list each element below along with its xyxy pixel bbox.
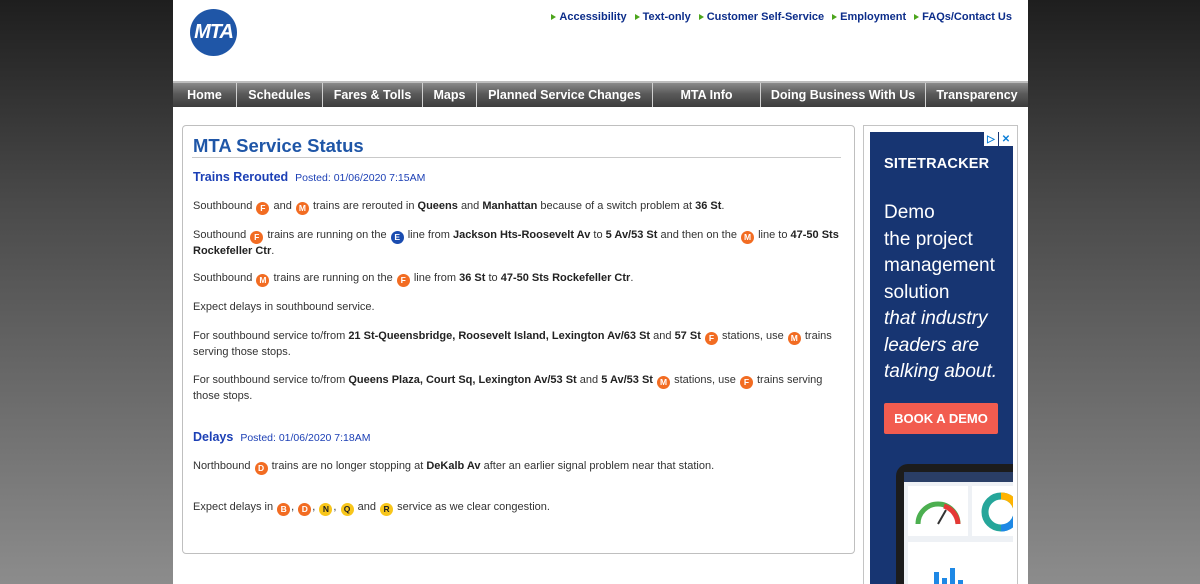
route-e-icon: E bbox=[390, 231, 404, 244]
nav-schedules[interactable]: Schedules bbox=[237, 83, 323, 107]
nav-maps[interactable]: Maps bbox=[423, 83, 477, 107]
status-paragraph: Expect delays in B, D, N, Q and R servic… bbox=[193, 501, 550, 516]
nav-mta-info[interactable]: MTA Info bbox=[653, 83, 761, 107]
title-divider bbox=[192, 157, 841, 158]
arrow-icon bbox=[698, 14, 704, 20]
status-paragraph: For southbound service to/from 21 St-Que… bbox=[193, 330, 832, 358]
route-d-icon: D bbox=[254, 462, 268, 475]
route-r-icon: R bbox=[380, 503, 394, 516]
nav-transparency[interactable]: Transparency bbox=[926, 83, 1028, 107]
link-employment[interactable]: Employment bbox=[832, 11, 906, 23]
route-f-icon: F bbox=[256, 202, 270, 215]
nav-planned-service-changes[interactable]: Planned Service Changes bbox=[477, 83, 653, 107]
adchoices-icon[interactable]: ▷ bbox=[984, 132, 998, 146]
tablet-image bbox=[896, 464, 1013, 584]
close-icon[interactable]: ✕ bbox=[999, 132, 1013, 146]
section-delays: Delays Posted: 01/06/2020 7:18AM bbox=[193, 430, 371, 444]
status-paragraph: Northbound D trains are no longer stoppi… bbox=[193, 460, 715, 475]
link-faqs-contact[interactable]: FAQs/Contact Us bbox=[914, 11, 1012, 23]
status-paragraph: Southbound F and M trains are rerouted i… bbox=[193, 200, 725, 215]
utility-links: Accessibility Text-only Customer Self-Se… bbox=[551, 11, 1012, 23]
route-d-icon: D bbox=[298, 503, 312, 516]
section-title: Delays bbox=[193, 430, 234, 444]
status-paragraph: Southound F trains are running on the E … bbox=[193, 229, 839, 257]
route-f-icon: F bbox=[396, 274, 410, 287]
sitetracker-ad[interactable]: ▷ ✕ SITETRACKER Demo the project managem… bbox=[870, 132, 1013, 584]
route-m-icon: M bbox=[295, 202, 309, 215]
route-m-icon: M bbox=[256, 274, 270, 287]
route-q-icon: Q bbox=[340, 503, 354, 516]
posted-time: Posted: 01/06/2020 7:15AM bbox=[295, 172, 426, 184]
book-demo-button[interactable]: BOOK A DEMO bbox=[884, 403, 998, 434]
route-m-icon: M bbox=[657, 376, 671, 389]
nav-doing-business[interactable]: Doing Business With Us bbox=[761, 83, 926, 107]
ad-headline: Demo the project management solution tha… bbox=[884, 202, 998, 382]
page-title: MTA Service Status bbox=[193, 135, 364, 156]
section-trains-rerouted: Trains Rerouted Posted: 01/06/2020 7:15A… bbox=[193, 170, 425, 184]
status-paragraph: Expect delays in southbound service. bbox=[193, 301, 375, 313]
status-paragraph: For southbound service to/from Queens Pl… bbox=[193, 374, 823, 402]
ad-choice-controls: ▷ ✕ bbox=[984, 132, 1013, 146]
posted-time: Posted: 01/06/2020 7:18AM bbox=[240, 432, 371, 444]
arrow-icon bbox=[914, 14, 920, 20]
route-f-icon: F bbox=[704, 332, 718, 345]
arrow-icon bbox=[634, 14, 640, 20]
route-f-icon: F bbox=[250, 231, 264, 244]
route-b-icon: B bbox=[277, 503, 291, 516]
nav-home[interactable]: Home bbox=[173, 83, 237, 107]
main-nav: Home Schedules Fares & Tolls Maps Planne… bbox=[173, 81, 1028, 107]
arrow-icon bbox=[832, 14, 838, 20]
mta-logo[interactable]: MTA bbox=[190, 9, 237, 56]
advertisement-frame: ▷ ✕ SITETRACKER Demo the project managem… bbox=[863, 125, 1018, 584]
page: MTA Accessibility Text-only Customer Sel… bbox=[173, 0, 1028, 584]
route-m-icon: M bbox=[741, 231, 755, 244]
section-title: Trains Rerouted bbox=[193, 170, 289, 184]
link-accessibility[interactable]: Accessibility bbox=[551, 11, 627, 23]
nav-fares-tolls[interactable]: Fares & Tolls bbox=[323, 83, 423, 107]
route-n-icon: N bbox=[319, 503, 333, 516]
dashboard-screenshot bbox=[904, 472, 1013, 584]
service-status-panel: MTA Service Status Trains Rerouted Poste… bbox=[182, 125, 855, 554]
route-m-icon: M bbox=[787, 332, 801, 345]
link-customer-self-service[interactable]: Customer Self-Service bbox=[698, 11, 824, 23]
route-f-icon: F bbox=[739, 376, 753, 389]
ad-brand: SITETRACKER bbox=[884, 156, 990, 172]
arrow-icon bbox=[551, 14, 557, 20]
link-text-only[interactable]: Text-only bbox=[634, 11, 691, 23]
status-paragraph: Southbound M trains are running on the F… bbox=[193, 272, 634, 287]
